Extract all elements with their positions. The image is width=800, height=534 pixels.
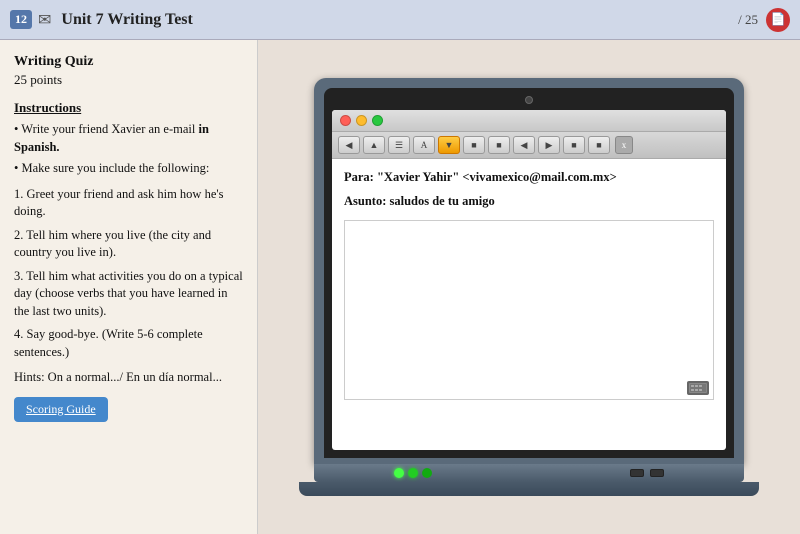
toolbar-btn-2[interactable]: ■ xyxy=(488,136,510,154)
instruction-line2: • Make sure you include the following: xyxy=(14,160,243,178)
list-item: 1. Greet your friend and ask him how he'… xyxy=(14,186,243,221)
instructions-heading: Instructions xyxy=(14,100,243,116)
mac-maximize-btn[interactable] xyxy=(372,115,383,126)
to-value: "Xavier Yahir" <vivamexico@mail.com.mx> xyxy=(377,170,617,184)
page-title: Unit 7 Writing Test xyxy=(61,11,738,29)
list-item: 4. Say good-bye. (Write 5-6 complete sen… xyxy=(14,326,243,361)
mail-icon: ✉ xyxy=(38,10,51,30)
scoring-guide-button[interactable]: Scoring Guide xyxy=(14,397,108,422)
toolbar-btn-a[interactable]: A xyxy=(413,136,435,154)
laptop: ◀ ▲ ☰ A ▼ ■ ■ ◀ ▶ ■ ■ x xyxy=(299,78,759,496)
laptop-bezel: ◀ ▲ ☰ A ▼ ■ ■ ◀ ▶ ■ ■ x xyxy=(324,88,734,458)
toolbar-btn-menu[interactable]: ☰ xyxy=(388,136,410,154)
email-body[interactable] xyxy=(344,220,714,400)
toolbar-btn-back[interactable]: ◀ xyxy=(338,136,360,154)
toolbar-btn-3[interactable]: ◀ xyxy=(513,136,535,154)
led-green3 xyxy=(422,468,432,478)
main-content: Writing Quiz 25 points Instructions • Wr… xyxy=(0,40,800,534)
toolbar-btn-active[interactable]: ▼ xyxy=(438,136,460,154)
mac-toolbar: ◀ ▲ ☰ A ▼ ■ ■ ◀ ▶ ■ ■ x xyxy=(332,132,726,159)
led-green2 xyxy=(408,468,418,478)
laptop-screen: ◀ ▲ ☰ A ▼ ■ ■ ◀ ▶ ■ ■ x xyxy=(332,110,726,450)
toolbar-btn-up[interactable]: ▲ xyxy=(363,136,385,154)
numbered-list: 1. Greet your friend and ask him how he'… xyxy=(14,186,243,362)
to-label: Para: xyxy=(344,170,374,184)
quiz-points: 25 points xyxy=(14,72,243,88)
doc-icon[interactable]: 📄 xyxy=(766,8,790,32)
mac-close-btn[interactable] xyxy=(340,115,351,126)
subject-value: saludos de tu amigo xyxy=(390,194,495,208)
header-badge: 12 xyxy=(10,10,32,29)
email-to: Para: "Xavier Yahir" <vivamexico@mail.co… xyxy=(344,169,714,187)
mac-titlebar xyxy=(332,110,726,132)
right-panel: ◀ ▲ ☰ A ▼ ■ ■ ◀ ▶ ■ ■ x xyxy=(258,40,800,534)
list-item: 3. Tell him what activities you do on a … xyxy=(14,268,243,321)
laptop-camera xyxy=(525,96,533,104)
toolbar-btn-1[interactable]: ■ xyxy=(463,136,485,154)
header: 12 ✉ Unit 7 Writing Test / 25 📄 xyxy=(0,0,800,40)
list-item: 2. Tell him where you live (the city and… xyxy=(14,227,243,262)
toolbar-btn-5[interactable]: ■ xyxy=(563,136,585,154)
led-green1 xyxy=(394,468,404,478)
hints-text: Hints: On a normal.../ En un día normal.… xyxy=(14,369,243,387)
left-panel: Writing Quiz 25 points Instructions • Wr… xyxy=(0,40,258,534)
connector1 xyxy=(630,469,644,477)
toolbar-btn-4[interactable]: ▶ xyxy=(538,136,560,154)
email-subject: Asunto: saludos de tu amigo xyxy=(344,193,714,211)
page-number: / 25 xyxy=(738,12,758,28)
instruction-line1: • Write your friend Xavier an e-mail in … xyxy=(14,121,243,156)
laptop-connectors xyxy=(630,469,664,477)
quiz-title: Writing Quiz xyxy=(14,54,243,70)
laptop-bottom xyxy=(299,482,759,496)
toolbar-btn-close[interactable]: x xyxy=(615,136,633,154)
mac-minimize-btn[interactable] xyxy=(356,115,367,126)
keyboard-icon xyxy=(687,381,709,395)
toolbar-btn-6[interactable]: ■ xyxy=(588,136,610,154)
subject-label: Asunto: xyxy=(344,194,386,208)
keyboard-inner xyxy=(689,383,707,393)
laptop-indicators xyxy=(394,468,432,478)
connector2 xyxy=(650,469,664,477)
email-content: Para: "Xavier Yahir" <vivamexico@mail.co… xyxy=(332,159,726,419)
laptop-base xyxy=(314,464,744,482)
laptop-screen-outer: ◀ ▲ ☰ A ▼ ■ ■ ◀ ▶ ■ ■ x xyxy=(314,78,744,464)
